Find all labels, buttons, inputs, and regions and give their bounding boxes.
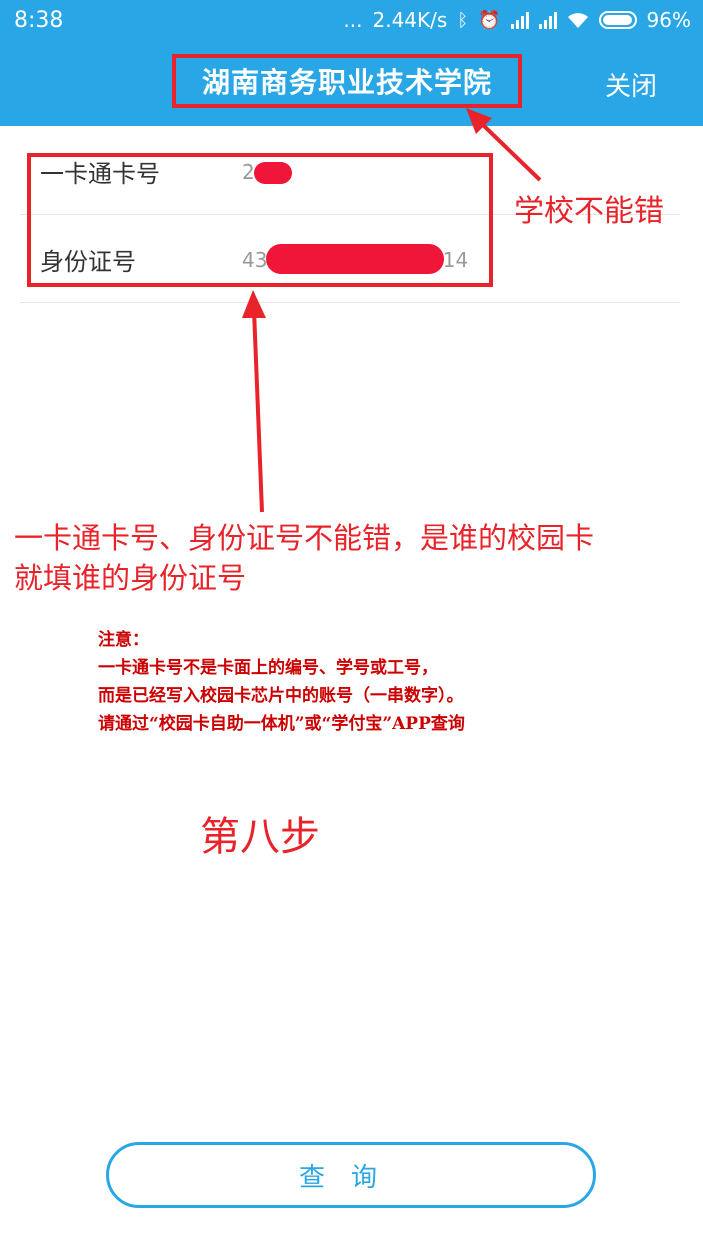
arrow-to-form bbox=[242, 290, 266, 513]
annotation-main-line2: 就填谁的身份证号 bbox=[14, 561, 247, 595]
alarm-icon: ⏰ bbox=[478, 9, 501, 31]
page-title: 湖南商务职业技术学院 bbox=[172, 54, 522, 108]
battery-icon bbox=[598, 11, 637, 29]
signal-icon bbox=[510, 11, 529, 29]
note-title: 注意： bbox=[98, 630, 149, 650]
form-highlight-box bbox=[27, 153, 493, 287]
signal-icon bbox=[538, 11, 557, 29]
note-block: 注意： 一卡通卡号不是卡面上的编号、学号或工号， 而是已经写入校园卡芯片中的账号… bbox=[98, 626, 465, 738]
note-line2: 而是已经写入校园卡芯片中的账号（一串数字）。 bbox=[98, 686, 464, 706]
close-button[interactable]: 关闭 bbox=[605, 66, 657, 103]
bluetooth-icon: ᛒ bbox=[457, 9, 469, 31]
status-icons: ... 2.44K/s ᛒ ⏰ 96% bbox=[343, 8, 691, 32]
note-line1: 一卡通卡号不是卡面上的编号、学号或工号， bbox=[98, 658, 438, 678]
status-bar: 8:38 ... 2.44K/s ᛒ ⏰ 96% bbox=[0, 0, 703, 42]
note-line3: 请通过“校园卡自助一体机”或“学付宝”APP查询 bbox=[98, 714, 465, 734]
annotation-school: 学校不能错 bbox=[514, 194, 664, 229]
step-label: 第八步 bbox=[200, 814, 320, 860]
more-dots-icon: ... bbox=[343, 8, 363, 32]
status-time: 8:38 bbox=[14, 8, 64, 33]
battery-percent: 96% bbox=[646, 8, 691, 32]
query-button[interactable]: 查询 bbox=[106, 1142, 596, 1208]
app-bar: 湖南商务职业技术学院 关闭 bbox=[0, 42, 703, 126]
network-speed: 2.44K/s bbox=[372, 8, 448, 32]
wifi-icon bbox=[567, 13, 588, 28]
annotation-main: 一卡通卡号、身份证号不能错，是谁的校园卡 就填谁的身份证号 bbox=[14, 518, 694, 598]
annotation-main-line1: 一卡通卡号、身份证号不能错，是谁的校园卡 bbox=[14, 521, 595, 555]
